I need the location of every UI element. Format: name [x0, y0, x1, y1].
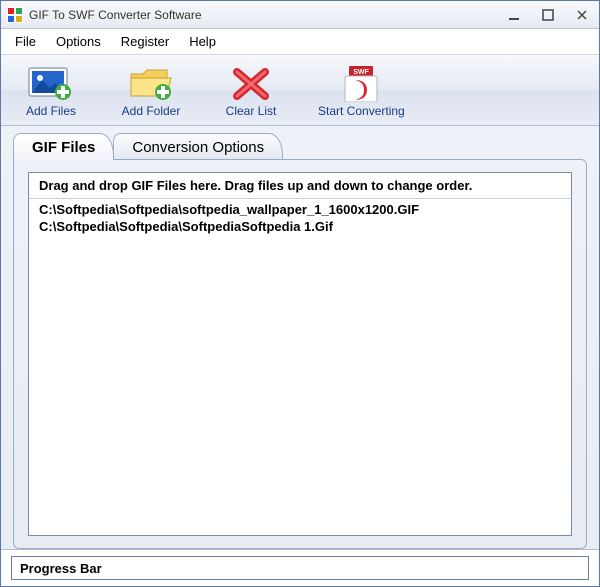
file-list-body[interactable]: C:\Softpedia\Softpedia\softpedia_wallpap…: [29, 199, 571, 535]
add-folder-label: Add Folder: [122, 104, 181, 118]
add-files-button[interactable]: Add Files: [11, 61, 91, 121]
clear-list-button[interactable]: Clear List: [211, 61, 291, 121]
menu-options[interactable]: Options: [46, 29, 111, 54]
app-window: GIF To SWF Converter Software File Optio…: [0, 0, 600, 587]
list-item[interactable]: C:\Softpedia\Softpedia\softpedia_wallpap…: [29, 201, 571, 218]
list-item[interactable]: C:\Softpedia\Softpedia\SoftpediaSoftpedi…: [29, 218, 571, 235]
content-area: GIF Files Conversion Options Drag and dr…: [1, 126, 599, 549]
swf-convert-icon: SWF: [337, 66, 385, 102]
progress-bar: Progress Bar: [11, 556, 589, 580]
start-converting-button[interactable]: SWF Start Converting: [311, 61, 412, 121]
close-button[interactable]: [571, 7, 593, 23]
toolbar: Add Files Add Folder Clea: [1, 55, 599, 126]
tab-strip: GIF Files Conversion Options: [13, 132, 587, 160]
menu-help[interactable]: Help: [179, 29, 226, 54]
titlebar[interactable]: GIF To SWF Converter Software: [1, 1, 599, 29]
svg-text:SWF: SWF: [354, 69, 370, 76]
menubar: File Options Register Help: [1, 29, 599, 55]
clear-icon: [227, 66, 275, 102]
tab-gif-files[interactable]: GIF Files: [13, 133, 114, 160]
add-files-label: Add Files: [26, 104, 76, 118]
progress-area: Progress Bar: [1, 549, 599, 586]
file-list-header: Drag and drop GIF Files here. Drag files…: [29, 173, 571, 199]
progress-label: Progress Bar: [20, 561, 102, 576]
menu-register[interactable]: Register: [111, 29, 179, 54]
maximize-button[interactable]: [537, 7, 559, 23]
start-converting-label: Start Converting: [318, 104, 405, 118]
file-list[interactable]: Drag and drop GIF Files here. Drag files…: [28, 172, 572, 536]
app-icon: [7, 7, 23, 23]
minimize-button[interactable]: [503, 7, 525, 23]
photo-add-icon: [27, 66, 75, 102]
add-folder-button[interactable]: Add Folder: [111, 61, 191, 121]
window-title: GIF To SWF Converter Software: [29, 8, 503, 22]
clear-list-label: Clear List: [226, 104, 277, 118]
folder-add-icon: [127, 66, 175, 102]
window-controls: [503, 7, 593, 23]
tab-conversion-options[interactable]: Conversion Options: [113, 133, 283, 160]
tab-panel-gif-files: Drag and drop GIF Files here. Drag files…: [13, 159, 587, 549]
menu-file[interactable]: File: [5, 29, 46, 54]
